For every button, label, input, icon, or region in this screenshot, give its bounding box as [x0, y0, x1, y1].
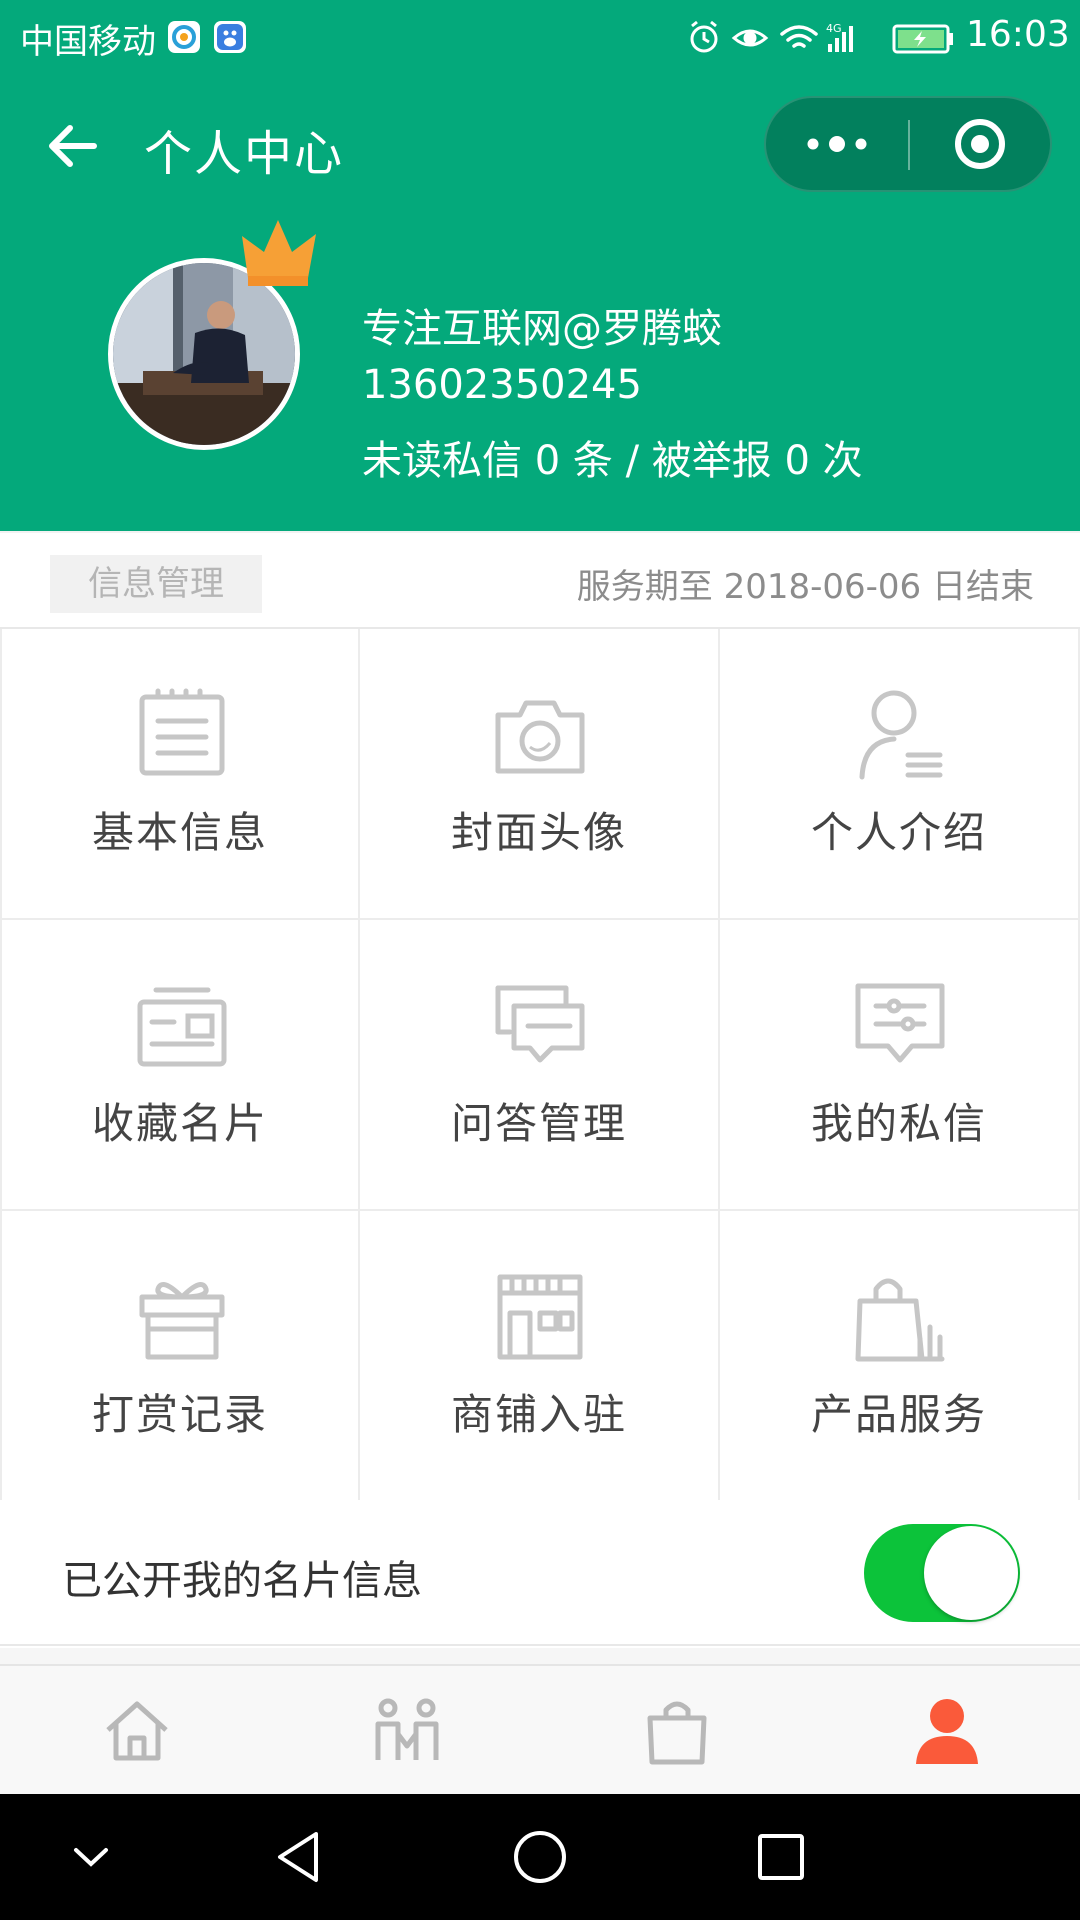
info-management-row: 信息管理 服务期至 2018-06-06 日结束	[0, 531, 1080, 627]
baidu-app-icon	[214, 21, 246, 53]
section-divider	[0, 1648, 1080, 1664]
tab-people[interactable]	[372, 1696, 442, 1766]
business-card-icon	[137, 987, 227, 1067]
tab-shop[interactable]	[642, 1696, 712, 1766]
shopping-bag-chart-icon	[855, 1278, 945, 1362]
system-back-button[interactable]	[266, 1824, 332, 1890]
grid-item-label: 我的私信	[810, 1099, 987, 1148]
back-arrow-icon	[49, 125, 97, 167]
more-button[interactable]	[766, 98, 908, 190]
public-card-label: 已公开我的名片信息	[62, 1558, 422, 1604]
mini-program-close-icon	[955, 119, 1005, 169]
eye-icon	[731, 29, 769, 47]
grid-item-label: 打赏记录	[91, 1390, 268, 1439]
status-icons: 4G	[690, 20, 953, 54]
bag-icon	[647, 1701, 707, 1765]
battery-icon	[892, 24, 953, 54]
grid-item-label: 基本信息	[91, 808, 268, 857]
close-mini-program-button[interactable]	[910, 98, 1052, 190]
public-card-toggle[interactable]	[864, 1524, 1020, 1622]
grid-item-label: 收藏名片	[91, 1099, 268, 1148]
grid-item-label: 商铺入驻	[450, 1390, 627, 1439]
wifi-icon	[780, 25, 818, 48]
nav-bar: 个人中心	[0, 86, 1080, 206]
function-grid: 基本信息 封面头像 个人介绍 收藏名片 问答管理 我的私信 打赏记录 商铺入驻 …	[0, 627, 1080, 1502]
grid-item-label: 封面头像	[450, 808, 627, 857]
hide-keyboard-button[interactable]	[58, 1824, 124, 1890]
user-icon	[916, 1699, 978, 1764]
people-icon	[375, 1698, 439, 1760]
crown-icon	[242, 220, 316, 286]
square-recents-icon	[758, 1834, 804, 1880]
profile-stats: 未读私信 0 条 / 被举报 0 次	[362, 438, 863, 484]
home-icon	[106, 1701, 168, 1761]
profile-name: 专注互联网@罗腾蛟	[362, 306, 722, 352]
chat-bubbles-icon	[495, 985, 585, 1063]
grid-item-product-services[interactable]: 产品服务	[720, 1211, 1080, 1502]
system-recents-button[interactable]	[748, 1824, 814, 1890]
alarm-icon	[690, 20, 718, 53]
grid-item-my-messages[interactable]: 我的私信	[720, 920, 1080, 1211]
info-management-tab[interactable]: 信息管理	[50, 555, 262, 613]
store-icon	[497, 1274, 583, 1360]
back-button[interactable]	[42, 116, 102, 176]
android-navigation-bar	[0, 1794, 1080, 1920]
grid-item-personal-intro[interactable]: 个人介绍	[720, 629, 1080, 920]
grid-item-reward-records[interactable]: 打赏记录	[0, 1211, 360, 1502]
more-dots-icon	[807, 136, 867, 152]
service-expiry-text: 服务期至 2018-06-06 日结束	[576, 567, 1034, 607]
mini-program-capsule	[764, 96, 1052, 192]
message-settings-icon	[855, 983, 945, 1063]
system-home-button[interactable]	[507, 1824, 573, 1890]
circle-home-icon	[514, 1831, 566, 1883]
grid-item-basic-info[interactable]: 基本信息	[0, 629, 360, 920]
profile-phone: 13602350245	[362, 362, 642, 408]
avatar-container[interactable]	[108, 220, 316, 450]
grid-item-label: 产品服务	[810, 1390, 987, 1439]
grid-item-label: 问答管理	[450, 1099, 627, 1148]
chevron-down-icon	[74, 1848, 108, 1867]
grid-item-qa-management[interactable]: 问答管理	[360, 920, 720, 1211]
network-type: 4G	[826, 22, 842, 35]
toggle-knob	[924, 1526, 1018, 1620]
grid-item-label: 个人介绍	[810, 808, 987, 857]
camera-icon	[495, 700, 585, 774]
public-card-row: 已公开我的名片信息	[0, 1500, 1080, 1646]
page-title: 个人中心	[144, 126, 345, 182]
tab-home[interactable]	[102, 1696, 172, 1766]
bottom-tab-bar	[0, 1664, 1080, 1794]
status-bar: 中国移动 4G 16:03	[0, 0, 1080, 76]
status-time: 16:03	[966, 14, 1070, 55]
tab-profile[interactable]	[912, 1696, 982, 1766]
triangle-back-icon	[278, 1832, 318, 1882]
carrier-name: 中国移动	[20, 22, 156, 62]
person-list-icon	[859, 690, 943, 780]
grid-item-store-entry[interactable]: 商铺入驻	[360, 1211, 720, 1502]
grid-item-saved-cards[interactable]: 收藏名片	[0, 920, 360, 1211]
grid-item-cover-avatar[interactable]: 封面头像	[360, 629, 720, 920]
map-app-icon	[168, 21, 200, 53]
gift-icon	[139, 1282, 225, 1360]
document-icon	[139, 688, 225, 776]
profile-header: 中国移动 4G 16:03 个人中心 专注互联网@罗腾蛟 13602350245…	[0, 0, 1080, 531]
